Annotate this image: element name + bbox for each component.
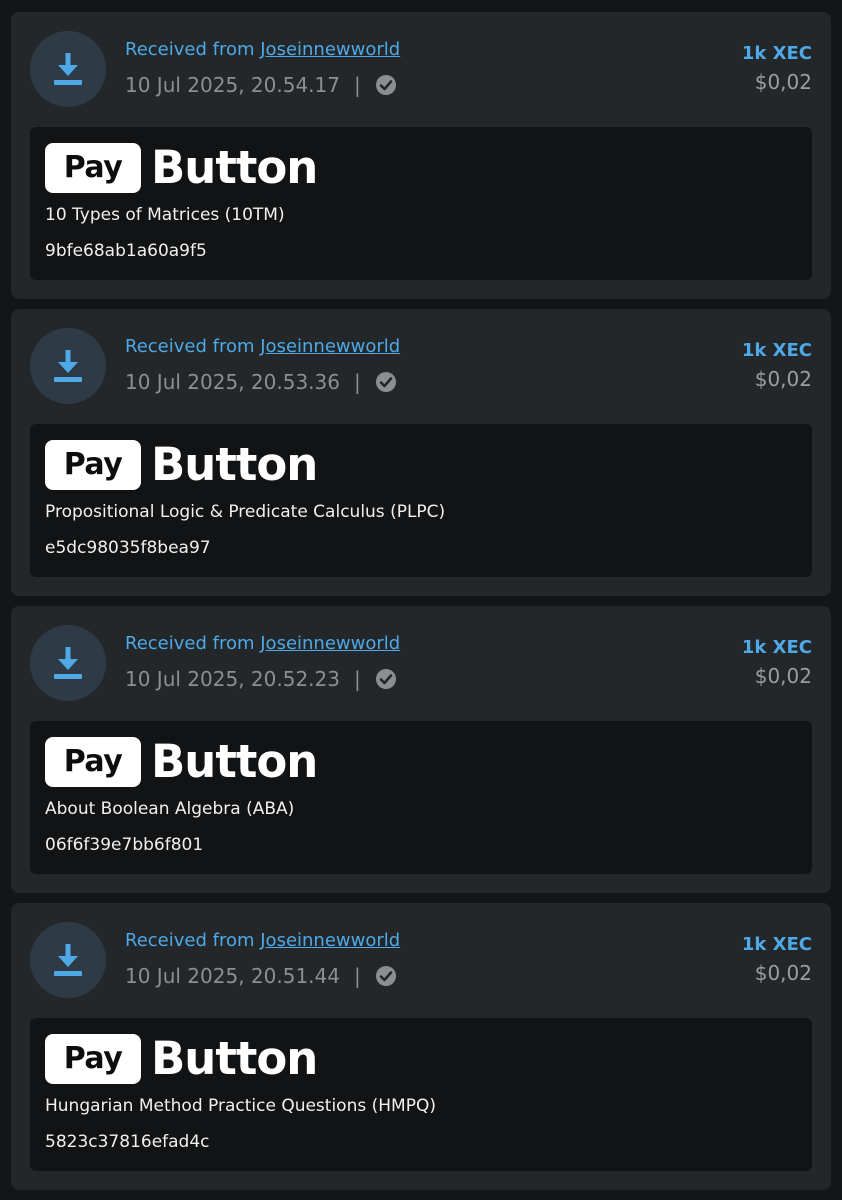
transaction-date: 10 Jul 2025, 20.54.17 — [125, 73, 340, 97]
amount-block: 1k XEC $0,02 — [742, 933, 812, 987]
paybutton-logo: Pay Button — [45, 735, 318, 788]
amount-xec: 1k XEC — [741, 340, 812, 361]
paybutton-panel: Pay Button Propositional Logic & Predica… — [30, 424, 812, 577]
transaction-card: Received from Joseinnewworld 10 Jul 2025… — [11, 12, 831, 299]
logo-button: Button — [151, 735, 318, 788]
sender-link[interactable]: Joseinnewworld — [260, 633, 400, 654]
amount-fiat: $0,02 — [754, 70, 812, 94]
transaction-meta: Received from Joseinnewworld 10 Jul 2025… — [125, 38, 400, 98]
check-circle-icon — [375, 371, 397, 393]
sender-link[interactable]: Joseinnewworld — [260, 39, 400, 60]
logo-button: Button — [151, 141, 318, 194]
amount-fiat: $0,02 — [754, 367, 812, 391]
logo-button: Button — [151, 1032, 318, 1085]
product-title: 10 Types of Matrices (10TM) — [45, 205, 285, 225]
transaction-feed: Received from Joseinnewworld 10 Jul 2025… — [0, 0, 842, 1200]
amount-xec: 1k XEC — [741, 43, 812, 64]
amount-block: 1k XEC $0,02 — [742, 339, 812, 393]
transaction-hash: 06f6f39e7bb6f801 — [45, 835, 204, 855]
check-circle-icon — [375, 668, 397, 690]
date-line: 10 Jul 2025, 20.54.17 | — [125, 72, 400, 98]
received-from-label: Received from — [125, 633, 255, 654]
transaction-card: Received from Joseinnewworld 10 Jul 2025… — [11, 606, 831, 893]
download-icon — [30, 328, 106, 404]
paybutton-logo: Pay Button — [45, 141, 318, 194]
product-title: Propositional Logic & Predicate Calculus… — [45, 502, 446, 522]
download-icon — [30, 922, 106, 998]
amount-fiat: $0,02 — [754, 664, 812, 688]
product-title: Hungarian Method Practice Questions (HMP… — [45, 1096, 436, 1116]
check-circle-icon — [375, 965, 397, 987]
transaction-hash: 5823c37816efad4c — [45, 1132, 210, 1152]
date-line: 10 Jul 2025, 20.53.36 | — [125, 369, 400, 395]
transaction-meta: Received from Joseinnewworld 10 Jul 2025… — [125, 632, 400, 692]
received-from-line: Received from Joseinnewworld — [125, 335, 400, 359]
product-title: About Boolean Algebra (ABA) — [45, 799, 295, 819]
received-from-line: Received from Joseinnewworld — [125, 632, 400, 656]
separator: | — [353, 964, 361, 988]
transaction-date: 10 Jul 2025, 20.53.36 — [125, 370, 340, 394]
sender-link[interactable]: Joseinnewworld — [260, 930, 400, 951]
received-from-label: Received from — [125, 39, 255, 60]
received-from-line: Received from Joseinnewworld — [125, 929, 400, 953]
paybutton-panel: Pay Button Hungarian Method Practice Que… — [30, 1018, 812, 1171]
logo-button: Button — [151, 438, 318, 491]
logo-pay: Pay — [45, 143, 141, 193]
transaction-meta: Received from Joseinnewworld 10 Jul 2025… — [125, 335, 400, 395]
received-from-label: Received from — [125, 930, 255, 951]
transaction-card: Received from Joseinnewworld 10 Jul 2025… — [11, 309, 831, 596]
paybutton-panel: Pay Button About Boolean Algebra (ABA) 0… — [30, 721, 812, 874]
separator: | — [353, 370, 361, 394]
transaction-card: Received from Joseinnewworld 10 Jul 2025… — [11, 903, 831, 1190]
sender-link[interactable]: Joseinnewworld — [260, 336, 400, 357]
amount-block: 1k XEC $0,02 — [742, 636, 812, 690]
date-line: 10 Jul 2025, 20.51.44 | — [125, 963, 400, 989]
transaction-meta: Received from Joseinnewworld 10 Jul 2025… — [125, 929, 400, 989]
transaction-date: 10 Jul 2025, 20.51.44 — [125, 964, 340, 988]
logo-pay: Pay — [45, 440, 141, 490]
paybutton-logo: Pay Button — [45, 1032, 318, 1085]
amount-xec: 1k XEC — [741, 637, 812, 658]
paybutton-panel: Pay Button 10 Types of Matrices (10TM) 9… — [30, 127, 812, 280]
logo-pay: Pay — [45, 737, 141, 787]
logo-pay: Pay — [45, 1034, 141, 1084]
separator: | — [353, 667, 361, 691]
received-from-line: Received from Joseinnewworld — [125, 38, 400, 62]
transaction-hash: e5dc98035f8bea97 — [45, 538, 211, 558]
separator: | — [353, 73, 361, 97]
date-line: 10 Jul 2025, 20.52.23 | — [125, 666, 400, 692]
paybutton-logo: Pay Button — [45, 438, 318, 491]
amount-xec: 1k XEC — [741, 934, 812, 955]
amount-block: 1k XEC $0,02 — [742, 42, 812, 96]
check-circle-icon — [375, 74, 397, 96]
download-icon — [30, 625, 106, 701]
download-icon — [30, 31, 106, 107]
transaction-date: 10 Jul 2025, 20.52.23 — [125, 667, 340, 691]
transaction-hash: 9bfe68ab1a60a9f5 — [45, 241, 207, 261]
received-from-label: Received from — [125, 336, 255, 357]
amount-fiat: $0,02 — [754, 961, 812, 985]
